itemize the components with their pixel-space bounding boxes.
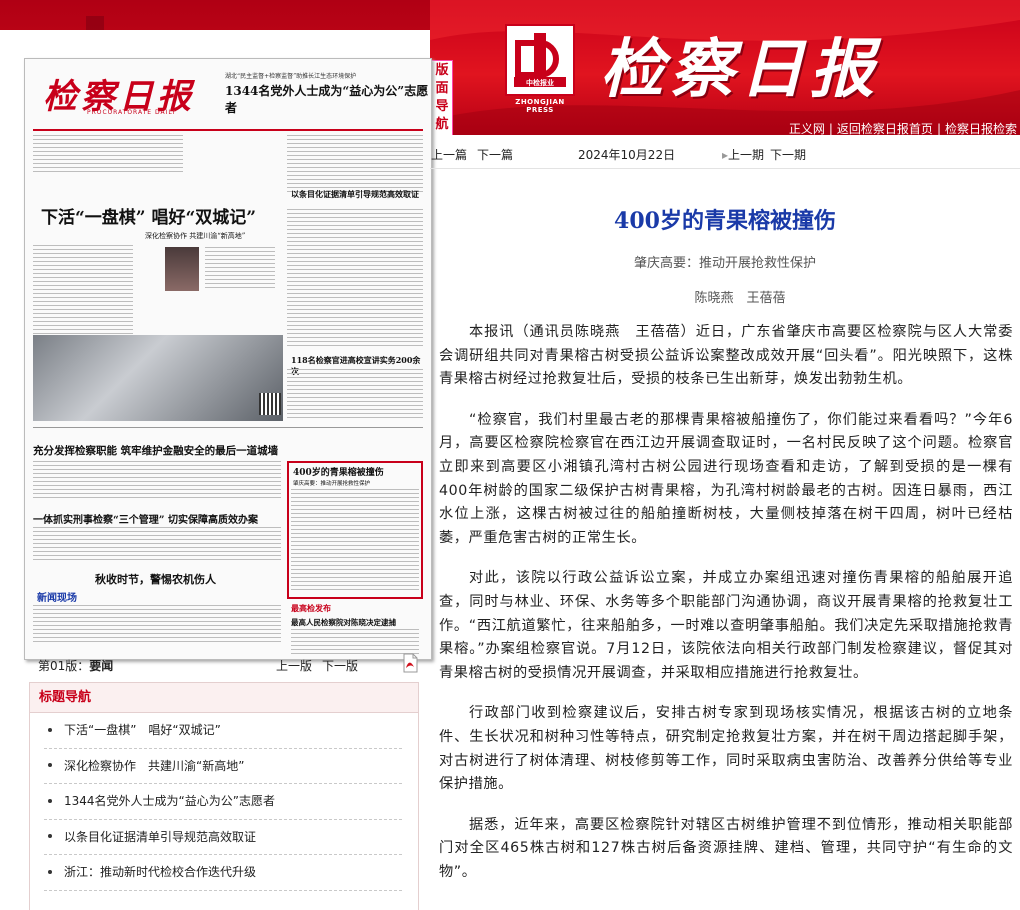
thumb-text-block (33, 527, 281, 563)
prev-issue-link[interactable]: ▸上一期 (722, 146, 764, 163)
title-navigation-panel: 标题导航 下活“一盘棋” 唱好“双城记” 深化检察协作 共建川渝“新高地” 13… (29, 682, 419, 910)
thumb-lead-headline[interactable]: 下活“一盘棋” 唱好“双城记” (41, 203, 256, 228)
page-label: 第01版：要闻 (38, 659, 114, 673)
toc-item-label: 以条目化证据清单引导规范高效取证 (64, 829, 257, 844)
qr-code-icon (259, 393, 281, 415)
thumb-top-title: 1344名党外人士成为“益心为公”志愿者 (225, 84, 429, 115)
nav-badge-char: 版 (435, 63, 449, 78)
next-issue-link[interactable]: 下一期 (770, 146, 806, 163)
thumb-text-block (287, 369, 423, 419)
thumb-headline-4[interactable]: 充分发挥检察职能 筑牢维护金融安全的最后一道城墙 (33, 443, 278, 458)
thumb-text-block (205, 247, 275, 291)
toc-item-label: 深化检察协作 共建川渝“新高地” (64, 758, 245, 773)
toc-title: 标题导航 (30, 683, 418, 713)
article-paragraph: 据悉，近年来，高要区检察院针对辖区古树维护管理不到位情形，推动相关职能部门对全区… (439, 816, 1013, 880)
prev-article-link[interactable]: 上一篇 (431, 146, 467, 163)
thumb-news-photo (33, 335, 283, 421)
bullet-icon (48, 834, 52, 838)
link-search[interactable]: 检察日报检索 (942, 122, 1020, 135)
article-author: 陈晓燕 王蓓蓓 (694, 291, 786, 306)
thumb-highlight-headline[interactable]: 400岁的青果榕被撞伤 (293, 465, 384, 478)
thumb-text-block (291, 489, 419, 593)
next-article-link[interactable]: 下一篇 (477, 146, 513, 163)
thumb-headline-6[interactable]: 秋收时节，警惕农机伤人 (95, 571, 216, 587)
article-paragraph: 行政部门收到检察建议后，安排古树专家到现场核实情况，根据该古树的立地条件、生长状… (439, 705, 1013, 793)
link-home[interactable]: 返回检察日报首页 (834, 122, 936, 135)
toc-item-label: 下活“一盘棋” 唱好“双城记” (64, 723, 221, 737)
thumb-text-block (291, 629, 419, 655)
thumb-top-headline[interactable]: 湖北“民主监督+检察监督”助推长江生态环境保护 1344名党外人士成为“益心为公… (225, 71, 431, 116)
thumb-rule (33, 129, 423, 131)
thumb-bottom-headline[interactable]: 最高人民检察院对陈晓决定逮捕 (291, 617, 396, 628)
left-column: 检察日报 PROCURATORATE DAILY 湖北“民主监督+检察监督”助推… (0, 30, 432, 910)
paper-title: 检察日报 (600, 32, 880, 107)
thumb-headline-2[interactable]: 以条目化证据清单引导规范高效取证 (291, 189, 423, 200)
toc-item[interactable]: 1344名党外人士成为“益心为公”志愿者 (44, 784, 402, 820)
svg-text:中检报业: 中检报业 (526, 78, 554, 87)
thumb-masthead-en: PROCURATORATE DAILY (87, 109, 177, 116)
article-paragraph: “检察官，我们村里最古老的那棵青果榕被船撞伤了，你们能过来看看吗？”今年6月，高… (439, 411, 1013, 546)
article-subtitle: 肇庆高要：推动开展抢救性保护 (633, 256, 816, 271)
article-paragraph: 对此，该院以行政公益诉讼立案，并成立办案组迅速对撞伤青果榕的船舶展开追查，同时与… (439, 570, 1013, 681)
press-logo-icon: 中检报业 (514, 33, 566, 87)
bullet-icon (48, 727, 52, 732)
link-zhengyi[interactable]: 正义网 (786, 122, 828, 135)
article-body: 本报讯（通讯员陈晓燕 王蓓蓓）近日，广东省肇庆市高要区检察院与区人大常委会调研组… (439, 321, 1013, 901)
thumb-text-block (33, 605, 281, 645)
toc-item[interactable]: 深化检察协作 共建川渝“新高地” (44, 749, 402, 784)
thumb-highlight-sub: 肇庆高要：推动开展抢救性保护 (293, 481, 371, 487)
thumb-text-block (287, 135, 423, 195)
top-links: 正义网 | 返回检察日报首页 | 检察日报检索 (786, 120, 1020, 135)
thumb-text-block (33, 135, 183, 175)
bullet-icon (48, 798, 52, 803)
bullet-icon (48, 763, 52, 767)
next-page-link[interactable]: 下一版 (322, 657, 358, 674)
zhongjian-logo: 中检报业 (505, 24, 575, 96)
thumb-text-block (33, 461, 281, 501)
pdf-download-icon[interactable] (402, 653, 418, 673)
newspaper-page-thumbnail[interactable]: 检察日报 PROCURATORATE DAILY 湖北“民主监督+检察监督”助推… (24, 58, 432, 660)
article-paragraph: 本报讯（通讯员陈晓燕 王蓓蓓）近日，广东省肇庆市高要区检察院与区人大常委会调研组… (439, 324, 1013, 388)
nav-badge-char: 导 (435, 99, 449, 114)
thumb-top-kicker: 湖北“民主监督+检察监督”助推长江生态环境保护 (225, 73, 357, 80)
toc-item[interactable]: 浙江：推动新时代检校合作迭代升级 (44, 855, 402, 891)
layout-nav-badge[interactable]: 版 面 导 航 (431, 60, 453, 135)
toc-item-label: 浙江：推动新时代检校合作迭代升级 (64, 865, 257, 879)
thumb-lead-sub: 深化检察协作 共建川渝“新高地” (145, 232, 246, 240)
nav-badge-char: 航 (435, 117, 449, 132)
thumb-news-tag: 新闻现场 (37, 593, 77, 604)
toc-item[interactable]: 下活“一盘棋” 唱好“双城记” (44, 713, 402, 749)
thumb-rule (33, 427, 423, 428)
logo-caption: ZHONGJIAN PRESS (515, 98, 565, 114)
nav-badge-char: 面 (435, 81, 449, 96)
thumb-text-block (287, 209, 423, 349)
toc-item[interactable]: 以条目化证据清单引导规范高效取证 (44, 820, 402, 855)
article-navbar: 上一篇 下一篇 2024年10月22日 ▸上一期 下一期 (430, 137, 1020, 169)
thumb-headline-5[interactable]: 一体抓实刑事检察“三个管理” 切实保障高质效办案 (33, 511, 258, 526)
toc-item-label: 1344名党外人士成为“益心为公”志愿者 (64, 794, 275, 808)
issue-date: 2024年10月22日 (578, 148, 676, 162)
article-title: 400岁的青果榕被撞伤 (614, 208, 836, 234)
prev-page-link[interactable]: 上一版 (276, 657, 312, 674)
thumb-portrait-photo (165, 247, 199, 291)
bullet-icon (48, 869, 52, 874)
thumb-release-tag: 最高检发布 (291, 603, 331, 613)
page-navigation: 第01版：要闻 上一版 下一版 (24, 653, 424, 675)
